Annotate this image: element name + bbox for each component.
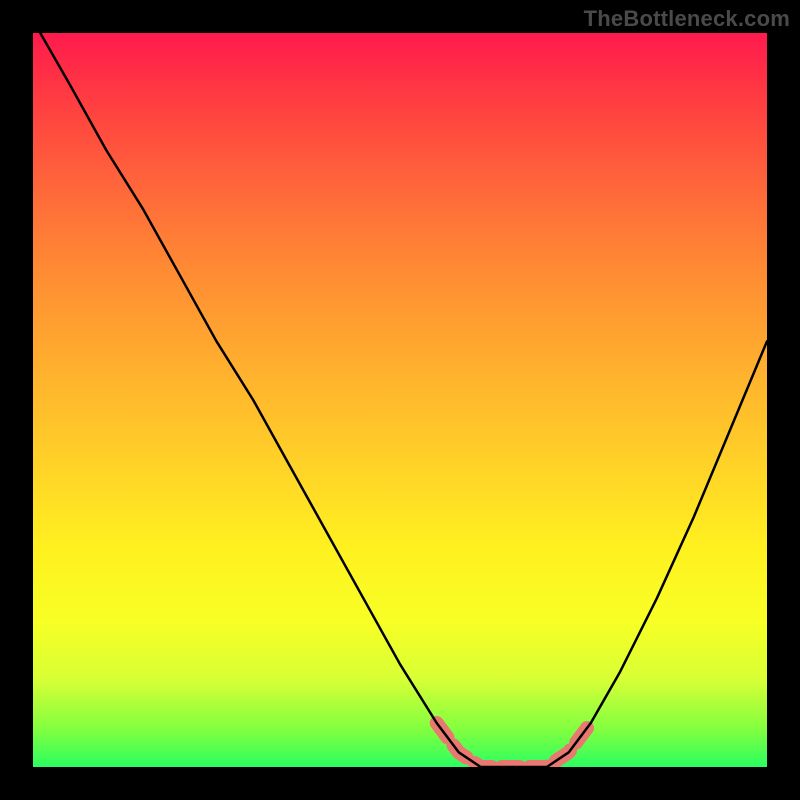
marker-band xyxy=(437,723,591,767)
chart-svg xyxy=(33,33,767,767)
bottleneck-curve-line xyxy=(40,33,767,767)
watermark-text: TheBottleneck.com xyxy=(584,6,790,32)
chart-frame: TheBottleneck.com xyxy=(0,0,800,800)
optimal-range-marker xyxy=(437,723,591,767)
plot-area xyxy=(33,33,767,767)
curve-series xyxy=(40,33,767,767)
